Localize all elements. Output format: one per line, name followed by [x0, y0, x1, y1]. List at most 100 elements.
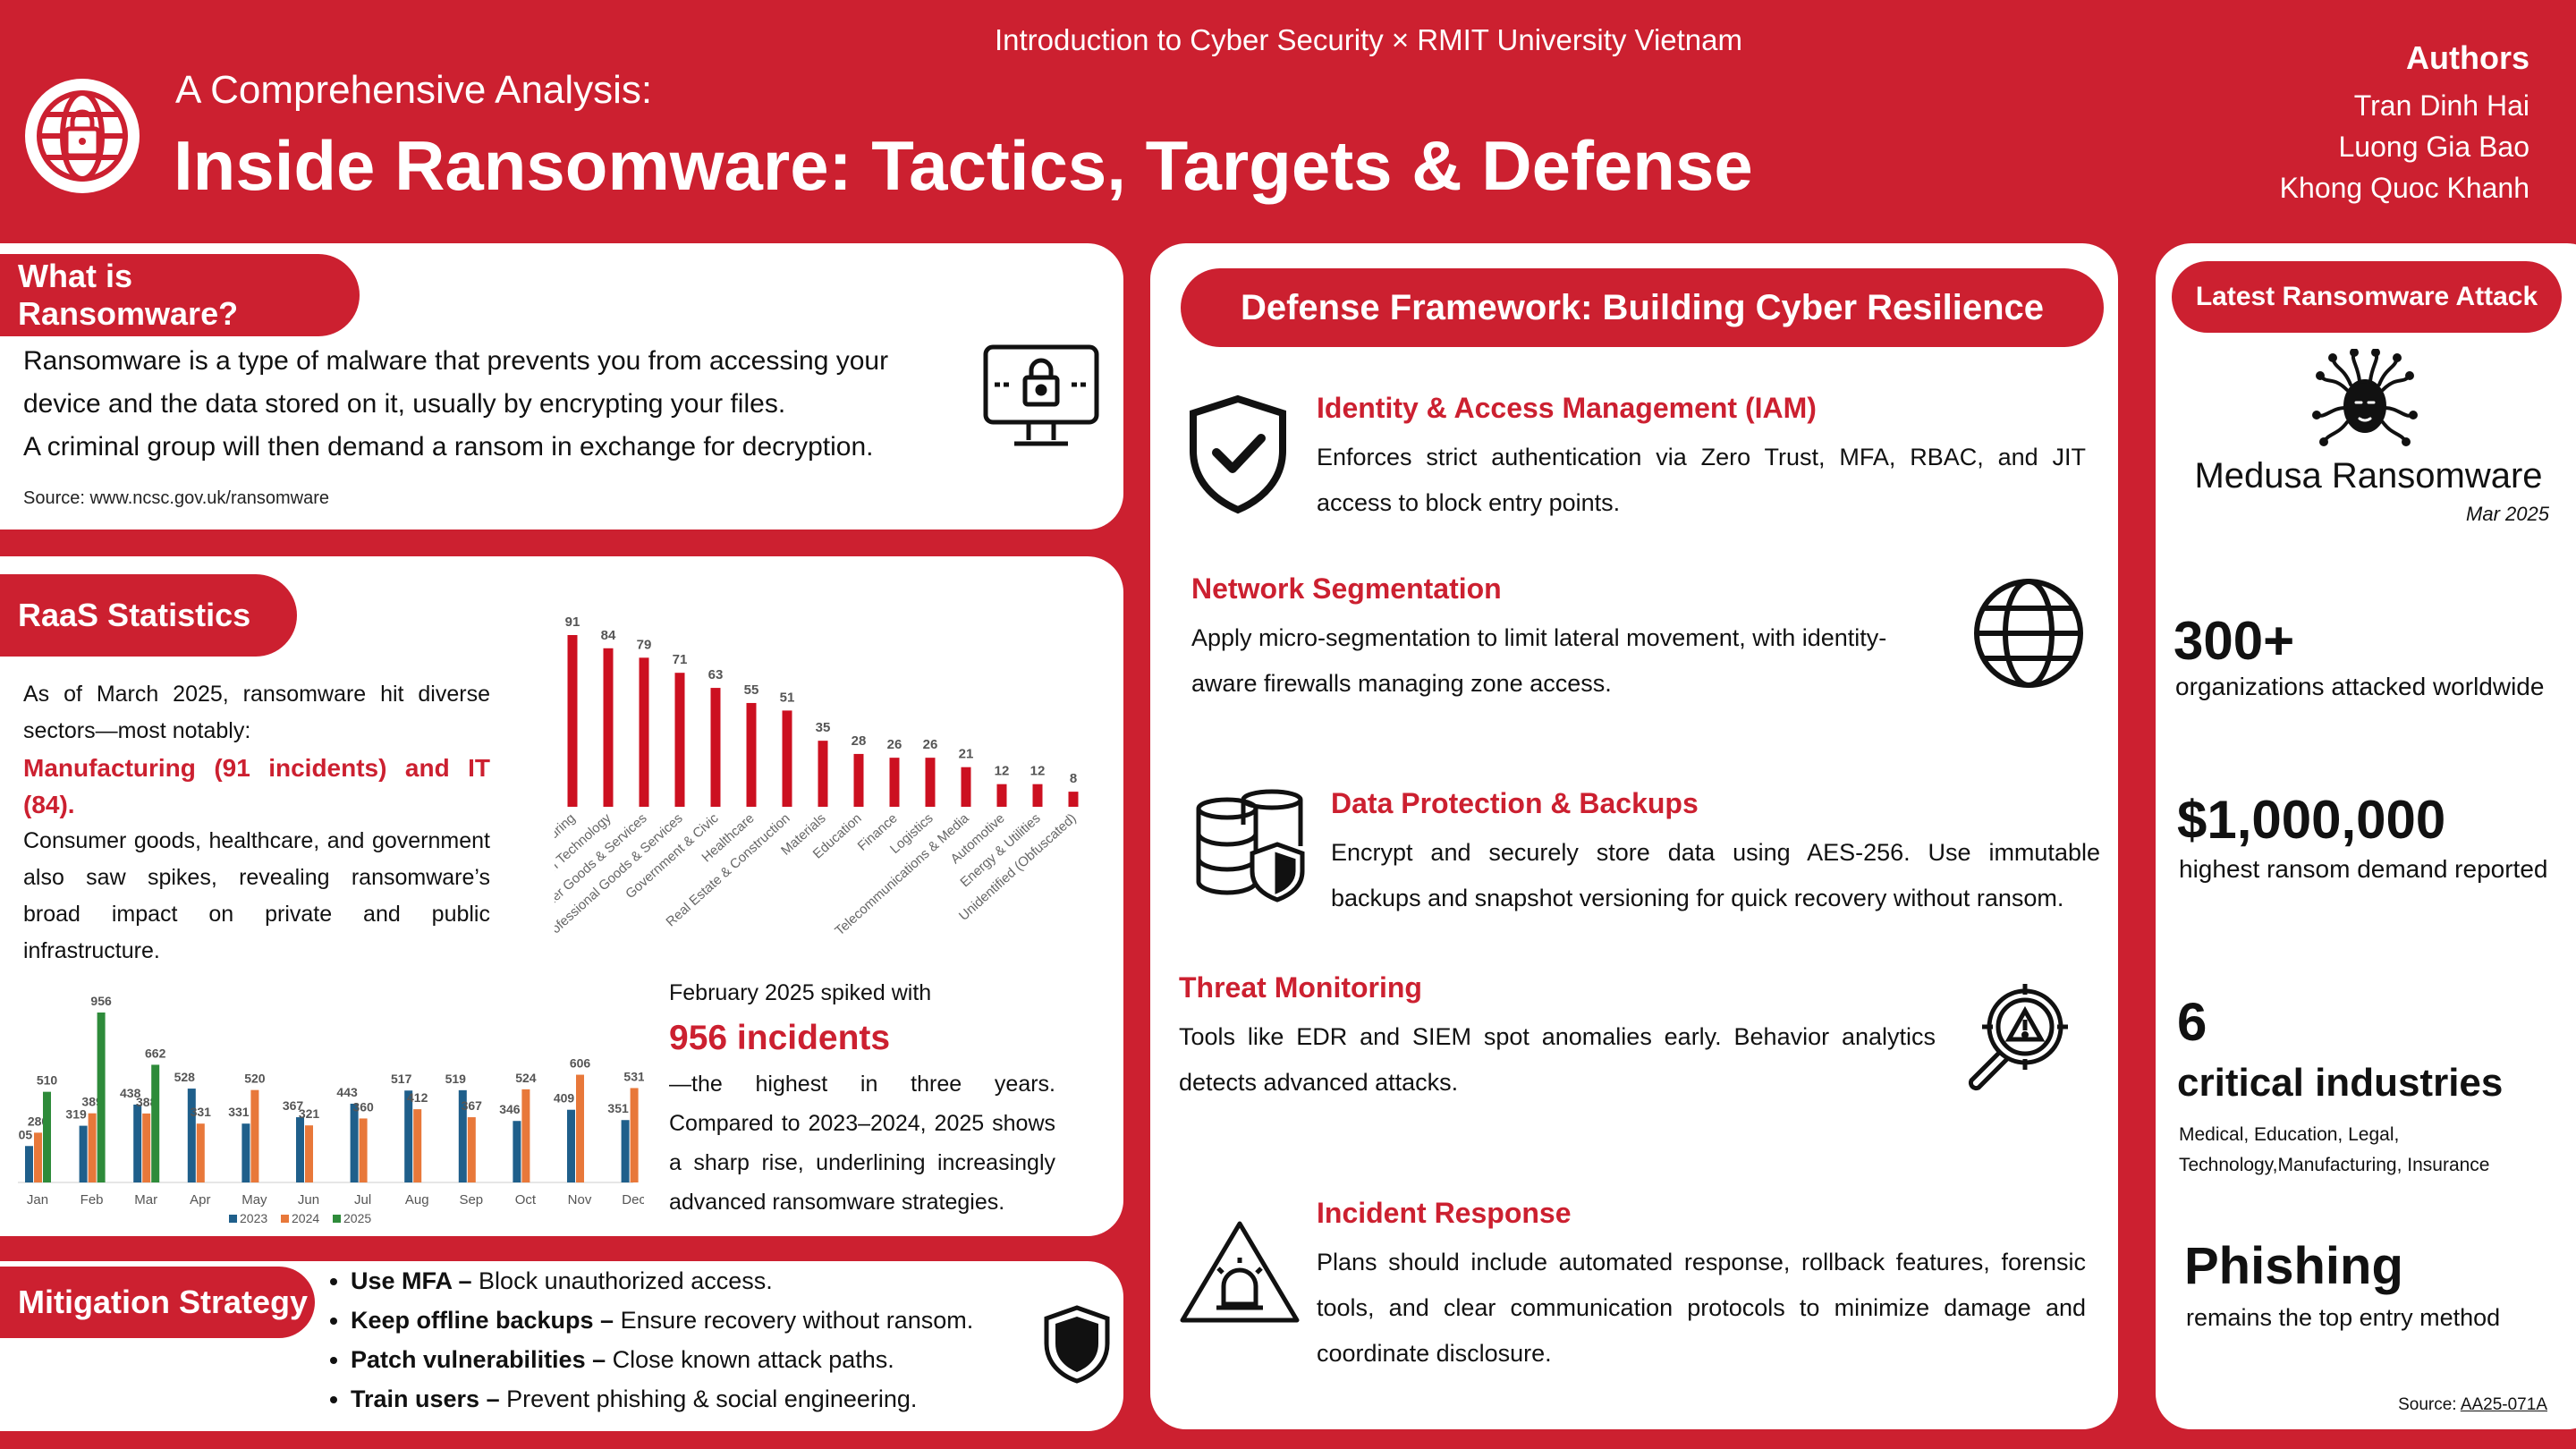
- industry-value-label: 26: [923, 737, 938, 752]
- iam-text: Enforces strict authentication via Zero …: [1317, 444, 2086, 516]
- latest-source: Source: AA25-071A: [2398, 1395, 2547, 1414]
- monthly-bar: [88, 1113, 97, 1182]
- mitigation-card: Mitigation Strategy Use MFA – Block unau…: [0, 1261, 1123, 1431]
- industry-value-label: 63: [708, 667, 724, 682]
- month-label: May: [242, 1192, 267, 1208]
- month-label: Mar: [134, 1192, 157, 1208]
- industry-bar: [996, 784, 1007, 807]
- stat-ransom-label: highest ransom demand reported: [2179, 855, 2548, 883]
- industry-value-label: 84: [601, 628, 616, 643]
- database-shield-icon: [1195, 789, 1308, 903]
- data-protection-text: Encrypt and securely store data using AE…: [1331, 839, 2100, 911]
- network-title: Network Segmentation: [1191, 572, 1502, 605]
- month-label: Jan: [27, 1192, 48, 1208]
- monthly-value-label: 331: [228, 1105, 250, 1119]
- latest-attack-card: Latest Ransomware Attack Medusa Ransomwa…: [2156, 243, 2576, 1429]
- industry-bar: [818, 741, 828, 807]
- raas-intro: As of March 2025, ransomware hit diverse…: [23, 682, 490, 743]
- mitigation-heading: Mitigation Strategy: [0, 1267, 315, 1338]
- monthly-value-label: 412: [407, 1090, 428, 1105]
- monthly-value-label: 519: [445, 1072, 467, 1086]
- alarm-warning-icon: [1177, 1218, 1302, 1327]
- author-name: Luong Gia Bao: [2338, 131, 2530, 163]
- monthly-bar: [630, 1088, 639, 1182]
- what-is-line: Ransomware is a type of malware that pre…: [23, 346, 889, 376]
- source-link[interactable]: AA25-071A: [2461, 1395, 2547, 1414]
- month-label: Aug: [405, 1192, 429, 1208]
- monthly-bar: [142, 1113, 151, 1182]
- monthly-bar: [350, 1103, 359, 1182]
- incident-response-title: Incident Response: [1317, 1197, 1572, 1229]
- monthly-bar: [576, 1074, 584, 1182]
- raas-card: RaaS Statistics As of March 2025, ransom…: [0, 556, 1123, 1236]
- ransomware-name: Medusa Ransomware: [2194, 456, 2543, 496]
- globe-lock-icon: [21, 75, 143, 197]
- industry-bar: [961, 767, 971, 807]
- monthly-value-label: 520: [244, 1072, 266, 1086]
- globe-icon: [1971, 576, 2086, 691]
- monthly-bar: [196, 1123, 205, 1182]
- monthly-bar: [187, 1089, 196, 1182]
- what-is-line: A criminal group will then demand a rans…: [23, 432, 874, 462]
- magnifier-alert-icon: [1959, 980, 2073, 1095]
- monthly-bar: [34, 1132, 42, 1182]
- author-name: Khong Quoc Khanh: [2279, 172, 2529, 204]
- stat-orgs-label: organizations attacked worldwide: [2175, 673, 2545, 700]
- monthly-bar: [296, 1117, 304, 1182]
- iam-title: Identity & Access Management (IAM): [1317, 392, 1817, 424]
- raas-heading: RaaS Statistics: [0, 574, 297, 657]
- threat-text: Tools like EDR and SIEM spot anomalies e…: [1179, 1023, 1936, 1096]
- month-label: Apr: [190, 1192, 210, 1208]
- defense-heading: Defense Framework: Building Cyber Resili…: [1181, 268, 2104, 347]
- shield-icon: [1043, 1304, 1111, 1385]
- feb-line: February 2025 spiked with: [669, 980, 932, 1005]
- network-text: Apply micro-segmentation to limit latera…: [1191, 624, 1887, 697]
- legend-swatch: [229, 1215, 237, 1223]
- industry-bar: [782, 710, 792, 807]
- stat-industries-value: 6: [2177, 992, 2207, 1052]
- month-label: Dec: [622, 1192, 644, 1208]
- what-is-card: What is Ransomware? Ransomware is a type…: [0, 243, 1123, 530]
- monthly-value-label: 409: [554, 1091, 575, 1106]
- what-is-line: device and the data stored on it, usuall…: [23, 389, 786, 419]
- monthly-bar: [521, 1089, 530, 1182]
- industry-value-label: 28: [852, 733, 867, 749]
- stat-industries-label: critical industries: [2177, 1061, 2504, 1105]
- legend-swatch: [333, 1215, 341, 1223]
- industry-bar: [1068, 792, 1079, 807]
- monthly-bar: [151, 1064, 160, 1182]
- stat-entry-label: remains the top entry method: [2186, 1304, 2501, 1331]
- legend-label: 2024: [292, 1211, 319, 1225]
- monthly-value-label: 510: [37, 1073, 58, 1088]
- monthly-bar: [567, 1109, 575, 1182]
- source-note: Source: www.ncsc.gov.uk/ransomware: [23, 488, 329, 508]
- industry-value-label: 8: [1070, 771, 1077, 786]
- feb-highlight: 956 incidents: [669, 1019, 891, 1057]
- authors-label: Authors: [2406, 39, 2529, 76]
- industry-value-label: 12: [995, 764, 1010, 779]
- month-label: Sep: [459, 1192, 483, 1208]
- industry-bar: [710, 688, 721, 807]
- stat-industries-list: Medical, Education, Legal, Technology,Ma…: [2179, 1124, 2490, 1175]
- stat-entry-value: Phishing: [2184, 1237, 2403, 1295]
- industry-value-label: 12: [1030, 764, 1046, 779]
- industry-value-label: 35: [816, 720, 831, 735]
- monthly-value-label: 606: [570, 1056, 591, 1071]
- monthly-bar: [467, 1117, 476, 1182]
- month-label: Oct: [515, 1192, 537, 1208]
- monthly-value-label: 662: [145, 1046, 166, 1060]
- mitigation-item: Train users – Prevent phishing & social …: [351, 1379, 973, 1419]
- monthly-bar: [359, 1118, 368, 1182]
- page-subtitle: A Comprehensive Analysis:: [175, 68, 653, 112]
- industry-bar: [925, 758, 936, 807]
- monthly-value-label: 319: [65, 1107, 87, 1122]
- monthly-bar: [25, 1146, 33, 1182]
- monthly-bar: [250, 1089, 259, 1182]
- stat-orgs-value: 300+: [2174, 611, 2295, 671]
- industry-bar: [889, 758, 900, 807]
- industry-bar: [746, 702, 757, 807]
- monthly-value-label: 531: [623, 1069, 644, 1083]
- what-is-heading: What is Ransomware?: [0, 254, 360, 336]
- author-name: Tran Dinh Hai: [2353, 89, 2529, 122]
- monthly-value-label: 331: [191, 1105, 212, 1119]
